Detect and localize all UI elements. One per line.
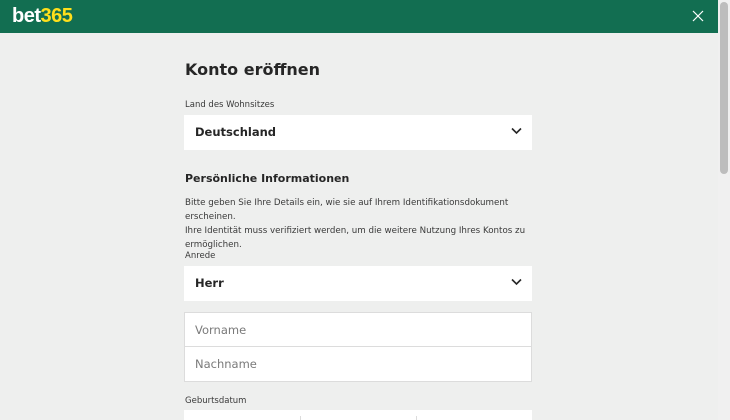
salutation-value: Herr — [195, 276, 224, 290]
personal-info-text: Bitte geben Sie Ihre Details ein, wie si… — [185, 196, 535, 252]
birthdate-fields[interactable] — [184, 410, 532, 420]
salutation-select[interactable]: Herr — [184, 266, 532, 301]
info-text-line: Ihre Identität muss verifiziert werden, … — [185, 226, 526, 236]
page-title: Konto eröffnen — [185, 60, 321, 79]
bet365-logo[interactable]: bet365 — [12, 4, 73, 28]
country-value: Deutschland — [195, 125, 276, 139]
close-icon — [692, 10, 704, 22]
scrollbar-thumb[interactable] — [720, 2, 728, 174]
chevron-down-icon — [511, 278, 522, 286]
last-name-input[interactable] — [184, 347, 532, 382]
info-text-line: ermöglichen. — [185, 240, 242, 250]
salutation-label: Anrede — [185, 251, 216, 261]
section-title-personal: Persönliche Informationen — [185, 172, 350, 185]
country-select[interactable]: Deutschland — [184, 115, 532, 150]
first-name-input[interactable] — [184, 312, 532, 347]
date-divider — [300, 416, 301, 420]
close-button[interactable] — [690, 8, 706, 24]
birthdate-label: Geburtsdatum — [185, 396, 247, 406]
logo-text-365: 365 — [40, 5, 73, 27]
vertical-scrollbar[interactable] — [718, 0, 730, 420]
logo-text-bet: bet — [12, 5, 41, 27]
date-divider — [416, 416, 417, 420]
info-text-line: Bitte geben Sie Ihre Details ein, wie si… — [185, 198, 509, 222]
top-header: bet365 — [0, 0, 718, 33]
country-label: Land des Wohnsitzes — [185, 100, 275, 110]
chevron-down-icon — [511, 127, 522, 135]
